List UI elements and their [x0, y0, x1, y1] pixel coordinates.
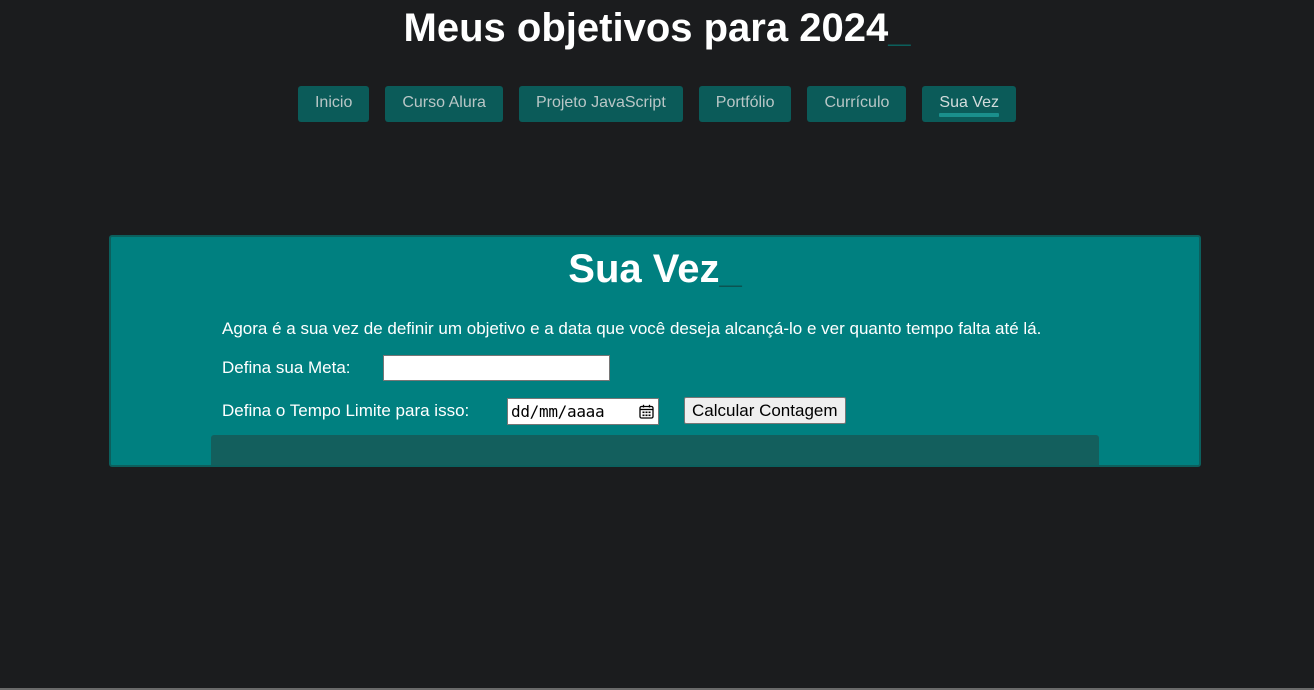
active-underline: [939, 113, 999, 117]
nav-item-sua-vez[interactable]: Sua Vez: [922, 86, 1016, 122]
nav-item-curso-alura[interactable]: Curso Alura: [385, 86, 503, 122]
nav-item-portfolio[interactable]: Portfólio: [698, 86, 792, 122]
panel-title-cursor: _: [719, 247, 742, 291]
page: Meus objetivos para 2024_ Inicio Curso A…: [0, 0, 1314, 690]
calculate-countdown-button[interactable]: Calcular Contagem: [684, 397, 846, 424]
panel-intro-text: Agora é a sua vez de definir um objetivo…: [222, 319, 1042, 338]
page-title: Meus objetivos para 2024_: [0, 5, 1314, 51]
page-title-text: Meus objetivos para 2024: [403, 6, 889, 50]
calendar-icon[interactable]: [639, 404, 654, 419]
nav-item-projeto-javascript[interactable]: Projeto JavaScript: [518, 86, 683, 122]
deadline-date-input[interactable]: dd/mm/aaaa: [507, 398, 659, 425]
countdown-result-box: [211, 435, 1099, 465]
deadline-label: Defina o Tempo Limite para isso:: [222, 401, 470, 420]
goal-label: Defina sua Meta:: [222, 358, 351, 377]
nav-item-inicio[interactable]: Inicio: [297, 86, 370, 122]
panel-title-text: Sua Vez: [568, 247, 720, 291]
title-cursor: _: [888, 6, 911, 50]
goal-input[interactable]: [383, 355, 610, 381]
panel-title: Sua Vez_: [111, 246, 1199, 292]
date-placeholder: dd/mm/aaaa: [511, 402, 605, 421]
nav-item-sua-vez-label: Sua Vez: [939, 94, 999, 111]
nav-item-curriculo[interactable]: Currículo: [807, 86, 907, 122]
sua-vez-panel: Sua Vez_ Agora é a sua vez de definir um…: [109, 235, 1201, 467]
nav-bar: Inicio Curso Alura Projeto JavaScript Po…: [0, 86, 1314, 122]
